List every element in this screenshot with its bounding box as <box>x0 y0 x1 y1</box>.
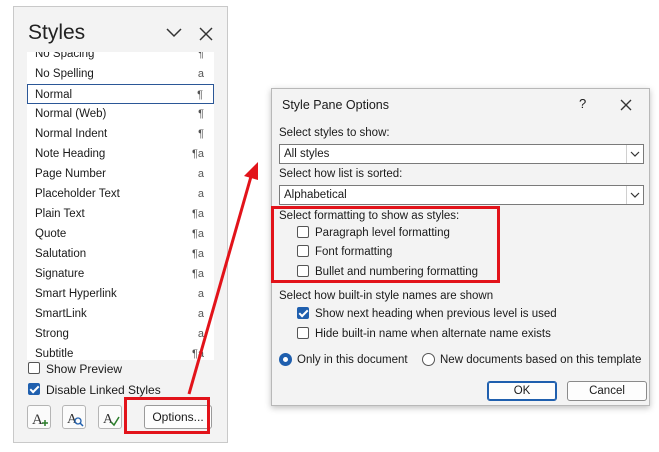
sort-value: Alphabetical <box>284 189 347 201</box>
formatting-options-highlight <box>271 206 500 283</box>
style-item[interactable]: No Spacing ¶ <box>27 52 214 64</box>
style-item[interactable]: SmartLink a <box>27 304 214 324</box>
style-name: Normal (Web) <box>35 108 107 120</box>
style-type-icon: ¶a <box>191 228 204 240</box>
dropdown-arrow[interactable] <box>626 145 643 163</box>
style-item[interactable]: Smart Hyperlink a <box>27 284 214 304</box>
style-name: Subtitle <box>35 348 74 360</box>
new-style-icon: A <box>32 412 48 428</box>
styles-to-show-label: Select styles to show: <box>279 127 390 139</box>
style-item[interactable]: Page Number a <box>27 164 214 184</box>
checkbox-label: Hide built-in name when alternate name e… <box>315 328 551 340</box>
style-name: Normal Indent <box>35 128 108 140</box>
show-preview-label: Show Preview <box>46 362 123 376</box>
style-type-icon: ¶a <box>191 248 204 260</box>
radio-label: Only in this document <box>297 354 408 366</box>
svg-text:A: A <box>32 412 43 428</box>
sort-label: Select how list is sorted: <box>279 168 403 180</box>
style-name: No Spelling <box>35 68 94 80</box>
ok-button[interactable]: OK <box>487 381 557 401</box>
chevron-down-icon[interactable] <box>165 25 183 41</box>
style-type-icon: ¶a <box>191 208 204 220</box>
disable-linked-styles-label: Disable Linked Styles <box>46 383 161 397</box>
style-type-icon: ¶ <box>198 52 204 60</box>
style-name: Smart Hyperlink <box>35 288 117 300</box>
dialog-title: Style Pane Options <box>282 98 390 112</box>
radio-dot[interactable] <box>422 353 435 366</box>
styles-pane: Styles No Spacing ¶ No Spelling a Normal ¶ … <box>13 6 228 443</box>
style-item[interactable]: Subtitle ¶a <box>27 344 214 360</box>
style-name: Note Heading <box>35 148 106 160</box>
new-style-button[interactable]: A <box>27 405 51 429</box>
style-item[interactable]: Signature ¶a <box>27 264 214 284</box>
style-name: Placeholder Text <box>35 188 120 200</box>
chevron-down-icon <box>630 192 640 198</box>
style-item[interactable]: Strong a <box>27 324 214 344</box>
style-inspector-icon: A <box>67 412 84 427</box>
svg-text:A: A <box>67 412 78 427</box>
close-icon[interactable] <box>198 25 214 41</box>
style-name: Quote <box>35 228 67 240</box>
checkbox-box[interactable] <box>297 327 309 339</box>
style-item[interactable]: Plain Text ¶a <box>27 204 214 224</box>
style-item[interactable]: Note Heading ¶a <box>27 144 214 164</box>
builtin-names-label: Select how built-in style names are show… <box>279 290 494 302</box>
radio-label: New documents based on this template <box>440 354 642 366</box>
help-button[interactable]: ? <box>579 96 586 111</box>
style-item[interactable]: Normal Indent ¶ <box>27 124 214 144</box>
dropdown-arrow[interactable] <box>626 186 643 204</box>
style-type-icon: ¶a <box>191 268 204 280</box>
style-type-icon: a <box>197 328 204 340</box>
style-type-icon: ¶ <box>197 89 203 101</box>
style-inspector-button[interactable]: A <box>62 405 86 429</box>
options-button-highlight <box>124 397 210 434</box>
style-type-icon: ¶ <box>198 128 204 140</box>
style-name: Page Number <box>35 168 106 180</box>
style-item[interactable]: Salutation ¶a <box>27 244 214 264</box>
style-item[interactable]: Quote ¶a <box>27 224 214 244</box>
checkbox-box[interactable] <box>28 362 40 374</box>
style-type-icon: a <box>197 288 204 300</box>
styles-to-show-value: All styles <box>284 148 330 160</box>
checkbox-box[interactable] <box>28 383 40 395</box>
style-name: SmartLink <box>35 308 87 320</box>
checkbox-box[interactable] <box>297 307 309 319</box>
style-type-icon: a <box>197 308 204 320</box>
style-name: Salutation <box>35 248 87 260</box>
style-item-selected[interactable]: Normal ¶ <box>27 84 214 104</box>
close-icon[interactable] <box>620 99 632 111</box>
style-type-icon: a <box>197 188 204 200</box>
style-item[interactable]: Normal (Web) ¶ <box>27 104 214 124</box>
radio-dot[interactable] <box>279 353 292 366</box>
manage-styles-icon: A <box>103 412 120 427</box>
sort-select[interactable]: Alphabetical <box>279 185 644 205</box>
style-name: No Spacing <box>35 52 95 60</box>
style-type-icon: a <box>197 68 204 80</box>
style-type-icon: ¶a <box>191 348 204 360</box>
style-item[interactable]: No Spelling a <box>27 64 214 84</box>
svg-text:A: A <box>103 412 114 427</box>
style-name: Normal <box>35 89 73 101</box>
styles-pane-title: Styles <box>28 21 86 44</box>
checkbox-label: Show next heading when previous level is… <box>315 308 557 320</box>
style-item[interactable]: Placeholder Text a <box>27 184 214 204</box>
manage-styles-button[interactable]: A <box>98 405 122 429</box>
styles-to-show-select[interactable]: All styles <box>279 144 644 164</box>
style-name: Strong <box>35 328 69 340</box>
style-type-icon: ¶ <box>198 108 204 120</box>
chevron-down-icon <box>630 151 640 157</box>
style-name: Plain Text <box>35 208 85 220</box>
style-type-icon: a <box>197 168 204 180</box>
style-type-icon: ¶a <box>191 148 204 160</box>
cancel-button[interactable]: Cancel <box>567 381 647 401</box>
style-list: No Spacing ¶ No Spelling a Normal ¶ Normal … <box>27 52 214 360</box>
style-name: Signature <box>35 268 85 280</box>
